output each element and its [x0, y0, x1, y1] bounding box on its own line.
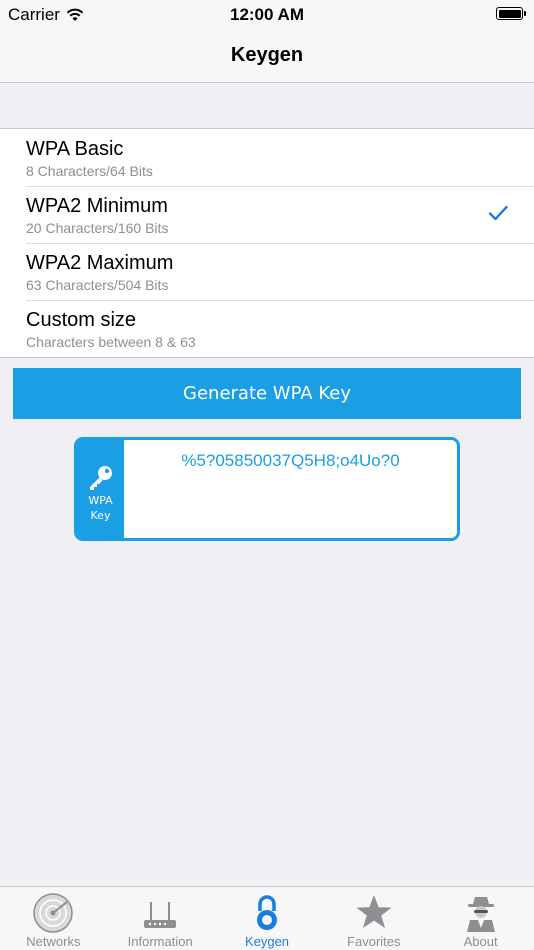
tab-information[interactable]: Information	[107, 887, 214, 950]
checkmark-icon	[488, 205, 508, 221]
tab-label: Favorites	[347, 934, 401, 949]
tab-label: Keygen	[244, 934, 290, 949]
tab-label: Information	[127, 934, 193, 949]
option-subtitle: 20 Characters/160 Bits	[26, 220, 169, 236]
option-subtitle: 8 Characters/64 Bits	[26, 163, 153, 179]
option-title: WPA Basic	[26, 138, 124, 160]
option-title: Custom size	[26, 309, 137, 331]
generated-key-value[interactable]: %5?05850037Q5H8;o4Uo?0	[124, 451, 457, 471]
key-badge: WPA Key	[77, 440, 124, 538]
tab-favorites[interactable]: Favorites	[320, 887, 427, 950]
tab-bar: Networks Information Keygen Favorites Ab…	[0, 886, 534, 950]
key-length-list: WPA Basic 8 Characters/64 Bits WPA2 Mini…	[0, 128, 534, 358]
tab-keygen[interactable]: Keygen	[214, 887, 321, 950]
option-title: WPA2 Maximum	[26, 252, 174, 274]
option-wpa2-minimum[interactable]: WPA2 Minimum 20 Characters/160 Bits	[0, 186, 534, 243]
padlock-icon	[256, 895, 277, 930]
router-icon	[144, 902, 177, 928]
tab-about[interactable]: About	[427, 887, 534, 950]
key-icon	[90, 466, 112, 490]
radar-icon	[33, 893, 74, 933]
option-subtitle: 63 Characters/504 Bits	[26, 277, 169, 293]
generated-key-card: WPA Key %5?05850037Q5H8;o4Uo?0	[74, 437, 460, 541]
star-icon	[356, 895, 392, 928]
tab-networks[interactable]: Networks	[0, 887, 107, 950]
option-wpa2-maximum[interactable]: WPA2 Maximum 63 Characters/504 Bits	[0, 243, 534, 300]
tab-label: Networks	[26, 934, 81, 949]
spy-icon	[466, 897, 495, 932]
option-title: WPA2 Minimum	[26, 195, 168, 217]
tab-label: About	[463, 934, 498, 949]
navigation-bar: Keygen	[0, 28, 534, 83]
status-time: 12:00 AM	[229, 5, 304, 24]
battery-icon	[496, 7, 526, 20]
option-custom-size[interactable]: Custom size Characters between 8 & 63	[0, 300, 534, 357]
option-wpa-basic[interactable]: WPA Basic 8 Characters/64 Bits	[0, 129, 534, 186]
key-badge-label: WPA Key	[88, 494, 113, 522]
status-bar: Carrier 12:00 AM	[0, 0, 534, 28]
option-subtitle: Characters between 8 & 63	[26, 334, 196, 350]
generate-wpa-key-button[interactable]: Generate WPA Key	[13, 368, 521, 419]
page-title: Keygen	[230, 44, 304, 66]
